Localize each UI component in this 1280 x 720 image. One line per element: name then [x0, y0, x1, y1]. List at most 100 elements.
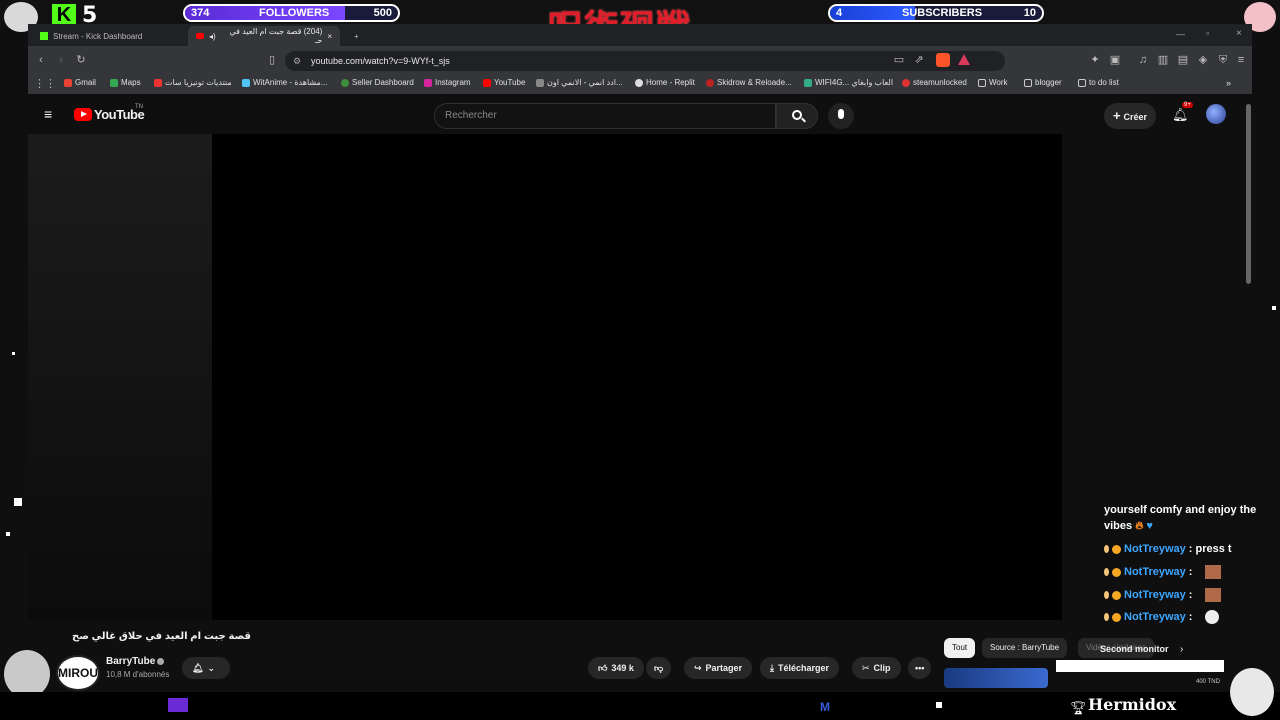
- country-code: TN: [135, 104, 143, 110]
- channel-name[interactable]: BarryTube: [106, 656, 155, 667]
- bookmark-label: to do list: [1089, 78, 1119, 87]
- bookmark-replit[interactable]: Home - Replit: [635, 78, 695, 87]
- chat-username: NotTreyway: [1124, 543, 1186, 555]
- tab-close-icon[interactable]: ×: [327, 32, 332, 41]
- bookmark-skidrow[interactable]: Skidrow & Reloade...: [706, 78, 792, 87]
- create-button[interactable]: + Créer: [1104, 103, 1156, 129]
- window-minimize-icon[interactable]: —: [1176, 29, 1185, 39]
- tab-youtube-video[interactable]: ◂) (204) قصة جبت ام العيد في حـ ×: [188, 26, 340, 46]
- followers-label: FOLLOWERS: [259, 7, 330, 19]
- bookmark-label: WIFI4G... العاب وابغاي: [815, 78, 894, 87]
- second-monitor-label: Second monitor: [1100, 644, 1169, 654]
- window-maximize-icon[interactable]: ▫: [1206, 28, 1209, 38]
- speaker-icon: ◂): [208, 31, 216, 41]
- tab-kick-dashboard[interactable]: Stream - Kick Dashboard: [32, 26, 182, 46]
- download-button[interactable]: ⤓ Télécharger: [760, 657, 840, 679]
- sub-badge-icon: [1112, 544, 1121, 554]
- new-tab-button[interactable]: +: [346, 26, 367, 46]
- notifications-bell-icon[interactable]: 🔔︎: [1172, 107, 1189, 123]
- chip-source[interactable]: Source : BarryTube: [982, 638, 1068, 658]
- bookmark-seller-dashboard[interactable]: Seller Dashboard: [341, 78, 414, 87]
- chevron-right-icon[interactable]: ›: [1180, 644, 1183, 655]
- share-button[interactable]: ↪ Partager: [684, 657, 753, 679]
- folder-icon: [1078, 78, 1086, 87]
- search-input[interactable]: Rechercher: [434, 103, 776, 129]
- bell-icon: 🔔︎: [192, 663, 204, 673]
- chip-all[interactable]: Tout: [944, 638, 976, 658]
- drop-badge-icon: [1104, 545, 1109, 553]
- browser-nav-bar: ‹ › ↻ ▯ ⚙ youtube.com/watch?v=9-WYf-t_sj…: [28, 46, 1252, 74]
- mic-icon: [838, 109, 844, 119]
- share-icon[interactable]: ⇗: [912, 53, 926, 67]
- subscribed-bell-button[interactable]: 🔔︎ ⌄: [182, 657, 230, 679]
- drop-badge-icon: [1104, 613, 1109, 621]
- bookmark-maps[interactable]: Maps: [110, 78, 141, 87]
- back-icon[interactable]: ‹: [34, 53, 48, 67]
- site-info-icon[interactable]: ⚙: [293, 51, 301, 71]
- url-text: youtube.com/watch?v=9-WYf-t_sjs: [311, 56, 450, 66]
- video-title: قصة جبت ام العيد في حلاق غالي صح: [72, 631, 251, 642]
- account-avatar[interactable]: [1206, 104, 1226, 124]
- bookmark-instagram[interactable]: Instagram: [424, 78, 471, 87]
- bookmark-gmail[interactable]: Gmail: [64, 78, 96, 87]
- bookmark-youtube[interactable]: YouTube: [483, 78, 525, 87]
- subscribers-current: 4: [836, 7, 843, 19]
- chat-text: : press t: [1188, 543, 1232, 555]
- apps-grid-icon[interactable]: ⋮⋮: [34, 77, 56, 91]
- window-close-icon[interactable]: ×: [1236, 28, 1242, 39]
- cast-icon[interactable]: ▭: [892, 53, 906, 67]
- download-label: Télécharger: [777, 663, 830, 673]
- voice-search-button[interactable]: [828, 103, 854, 129]
- subscribers-label: SUBSCRIBERS: [902, 7, 983, 19]
- extensions-icon[interactable]: ✦: [1088, 53, 1102, 67]
- snow-speck: [936, 702, 942, 708]
- bookmark-folder-blogger[interactable]: blogger: [1024, 78, 1062, 87]
- verified-icon: [157, 658, 164, 665]
- dislike-button[interactable]: 👎︎: [646, 657, 672, 679]
- bookmarks-bar: ⋮⋮ Gmail Maps منتديات تونيزيا سات WitAni…: [28, 74, 1252, 94]
- brave-shield-icon[interactable]: [936, 53, 950, 67]
- reload-icon[interactable]: ↻: [74, 53, 88, 67]
- chat-message: NotTreyway: press t: [1104, 543, 1232, 555]
- menu-icon[interactable]: ≡: [1234, 53, 1248, 67]
- followers-current: 374: [191, 7, 210, 19]
- page-scrollbar[interactable]: [1246, 104, 1251, 284]
- instagram-icon: [424, 78, 432, 87]
- sidebar-icon[interactable]: ▥: [1156, 53, 1170, 67]
- forward-icon[interactable]: ›: [54, 53, 68, 67]
- hamburger-menu-icon[interactable]: ≡: [44, 106, 52, 122]
- media-icon[interactable]: ♫: [1136, 53, 1150, 67]
- gojo-avatar-sticker: [4, 650, 50, 698]
- bookmark-wifi4games[interactable]: WIFI4G... العاب وابغاي: [804, 78, 893, 87]
- bookmark-folder-work[interactable]: Work: [978, 78, 1008, 87]
- bookmark-witanime[interactable]: WitAnime - مشاهدة...: [242, 78, 327, 87]
- bookmark-anime[interactable]: ادد انمي - الانمي اون...: [536, 78, 623, 87]
- snow-speck: [1272, 306, 1276, 310]
- notification-count-badge: 9+: [1182, 102, 1193, 108]
- share-arrow-icon: ↪: [694, 663, 702, 673]
- chat-intro: yourself comfy and enjoy the vibes 🔥︎ ♥: [1104, 504, 1264, 533]
- youtube-icon: [483, 78, 491, 87]
- recommended-thumbnail[interactable]: [944, 668, 1048, 688]
- screenshot-icon[interactable]: ▣: [1108, 53, 1122, 67]
- bookmark-tunisia-sat[interactable]: منتديات تونيزيا سات: [154, 78, 232, 87]
- clip-button[interactable]: ✂ Clip: [852, 657, 901, 679]
- search-button[interactable]: [776, 103, 818, 129]
- wifi4games-icon: [804, 78, 812, 87]
- shield-icon[interactable]: ⛨: [1216, 53, 1230, 67]
- like-button[interactable]: 👍︎ 349 k: [588, 657, 644, 679]
- bookmark-folder-todo[interactable]: to do list: [1078, 78, 1119, 87]
- vpn-icon[interactable]: ◈: [1196, 53, 1210, 67]
- wallet-icon[interactable]: ▤: [1176, 53, 1190, 67]
- youtube-logo-icon[interactable]: [74, 108, 92, 121]
- share-label: Partager: [705, 663, 743, 673]
- more-bookmarks-icon[interactable]: »: [1226, 78, 1231, 88]
- twitch-icon: [168, 698, 188, 712]
- bookmark-icon[interactable]: ▯: [265, 53, 279, 67]
- fire-icon: 🔥︎: [1135, 520, 1144, 532]
- video-player[interactable]: [212, 134, 1062, 620]
- bookmark-steamunlocked[interactable]: steamunlocked: [902, 78, 967, 87]
- subscriber-count: 10,8 M d'abonnés: [106, 670, 170, 679]
- chat-text: :: [1188, 611, 1193, 623]
- brave-rewards-icon[interactable]: [958, 54, 970, 65]
